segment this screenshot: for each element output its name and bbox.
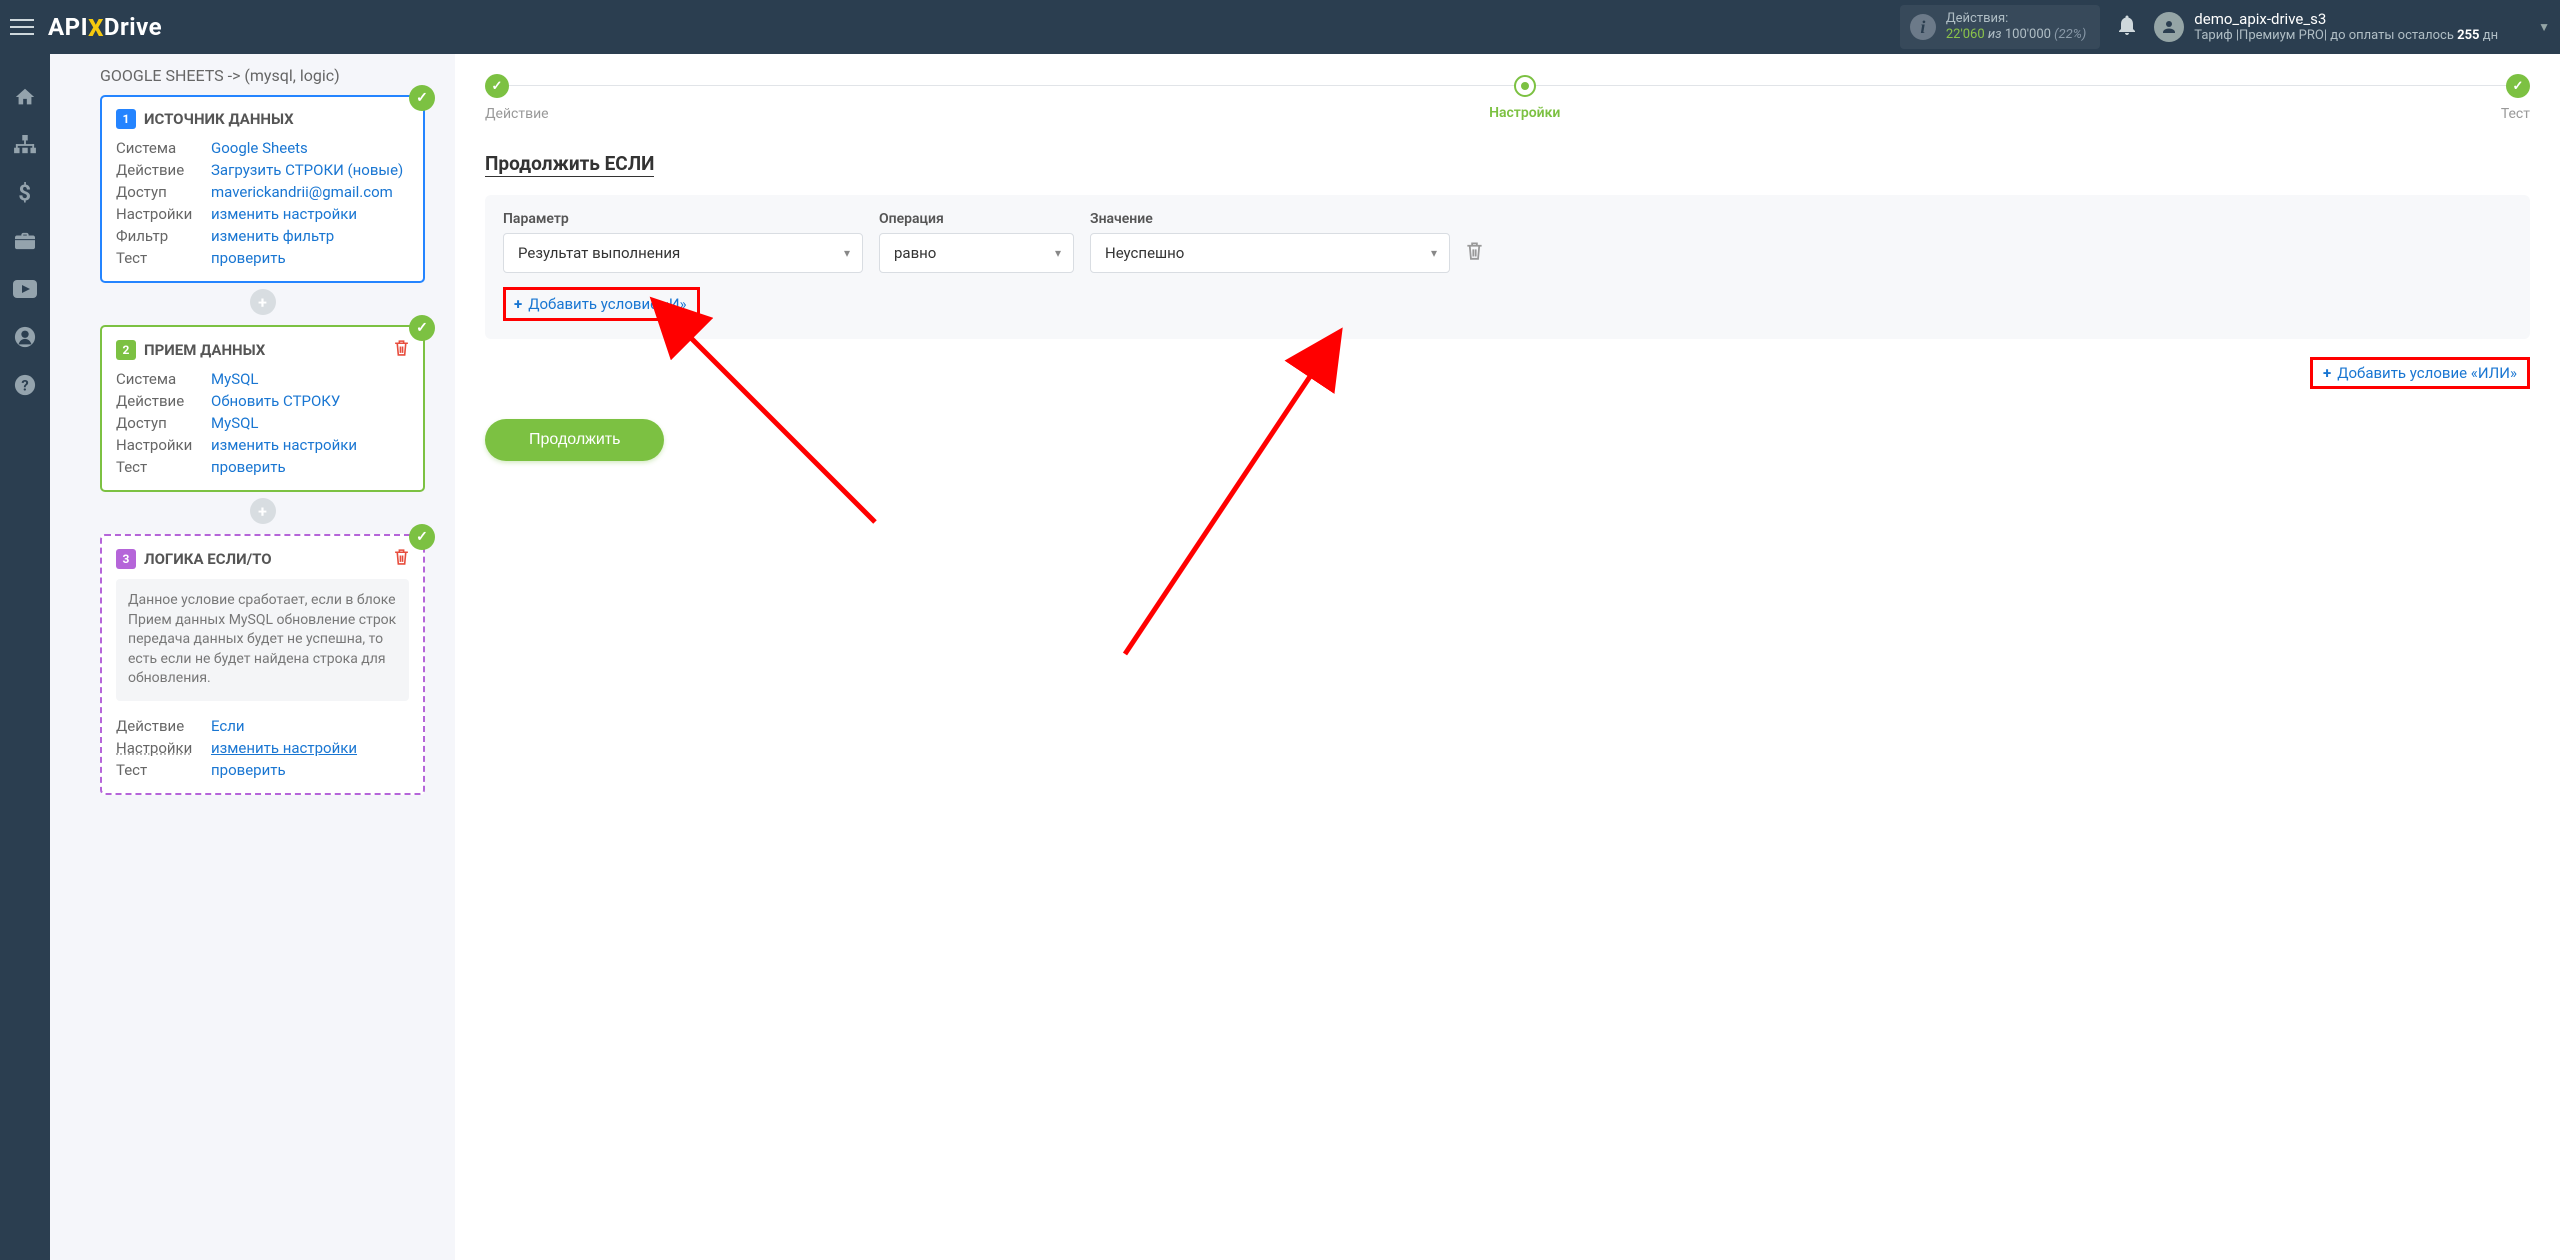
trash-icon[interactable] <box>394 339 409 360</box>
param-select[interactable]: Результат выполнения <box>503 233 863 273</box>
val-select[interactable]: Неуспешно <box>1090 233 1450 273</box>
delete-row-icon[interactable] <box>1466 241 1483 265</box>
step-action[interactable]: ✓ Действие <box>485 74 549 122</box>
bell-icon[interactable] <box>2118 15 2136 40</box>
dest-settings-link[interactable]: изменить настройки <box>211 436 357 454</box>
sitemap-icon[interactable] <box>9 132 41 158</box>
step-test[interactable]: ✓ Тест <box>2501 74 2530 122</box>
check-icon: ✓ <box>485 74 509 98</box>
param-label: Параметр <box>503 211 863 227</box>
source-settings-link[interactable]: изменить настройки <box>211 205 357 223</box>
dest-access-link[interactable]: MySQL <box>211 414 259 432</box>
dollar-icon[interactable]: $ <box>9 180 41 206</box>
step-number-2: 2 <box>116 340 136 360</box>
connection-title: GOOGLE SHEETS -> (mysql, logic) <box>100 66 425 85</box>
current-step-icon <box>1514 75 1536 97</box>
check-badge-icon: ✓ <box>409 524 435 550</box>
plus-icon: + <box>514 295 522 313</box>
source-access-link[interactable]: maverickandrii@gmail.com <box>211 183 393 201</box>
continue-button[interactable]: Продолжить <box>485 419 664 461</box>
sidebar: $ ? <box>0 54 50 1260</box>
dest-action-link[interactable]: Обновить СТРОКУ <box>211 392 340 410</box>
source-action-link[interactable]: Загрузить СТРОКИ (новые) <box>211 161 403 179</box>
tariff-line: Тариф |Премиум PRO| до оплаты осталось 2… <box>2194 28 2498 44</box>
check-icon: ✓ <box>2506 74 2530 98</box>
val-label: Значение <box>1090 211 1450 227</box>
plus-icon: + <box>2323 364 2331 382</box>
topbar: APIXDrive i Действия: 22'060 из 100'000 … <box>0 0 2560 54</box>
source-filter-link[interactable]: изменить фильтр <box>211 227 334 245</box>
help-icon[interactable]: ? <box>9 372 41 398</box>
logic-block[interactable]: ✓ 3 ЛОГИКА ЕСЛИ/ТО Данное условие сработ… <box>100 534 425 795</box>
trash-icon[interactable] <box>394 548 409 569</box>
source-block[interactable]: ✓ 1 ИСТОЧНИК ДАННЫХ Система Google Sheet… <box>100 95 425 283</box>
main-column: ✓ Действие Настройки ✓ Тест Продолжить Е… <box>455 54 2560 1260</box>
dest-test-link[interactable]: проверить <box>211 458 286 476</box>
condition-panel: Параметр Результат выполнения Операция р… <box>485 195 2530 339</box>
destination-block[interactable]: ✓ 2 ПРИЕМ ДАННЫХ Система MySQL Действие … <box>100 325 425 492</box>
svg-text:?: ? <box>21 377 28 395</box>
actions-sep: из <box>1988 27 2002 42</box>
check-badge-icon: ✓ <box>409 315 435 341</box>
logic-description: Данное условие сработает, если в блоке П… <box>116 579 409 701</box>
op-select[interactable]: равно <box>879 233 1074 273</box>
section-title: Продолжить ЕСЛИ <box>485 152 654 177</box>
connector-plus-icon[interactable]: + <box>250 289 276 315</box>
op-label: Операция <box>879 211 1074 227</box>
actions-total: 100'000 <box>2005 27 2051 42</box>
annotation-arrow-icon <box>1085 354 1365 668</box>
menu-toggle-icon[interactable] <box>10 15 34 39</box>
logo[interactable]: APIXDrive <box>48 13 162 41</box>
user-block[interactable]: demo_apix-drive_s3 Тариф |Премиум PRO| д… <box>2194 10 2498 45</box>
info-icon: i <box>1910 14 1936 40</box>
user-icon[interactable] <box>9 324 41 350</box>
chevron-down-icon[interactable]: ▼ <box>2538 20 2550 34</box>
actions-label: Действия: <box>1946 11 2086 27</box>
step-number-3: 3 <box>116 549 136 569</box>
add-condition-or-button[interactable]: + Добавить условие «ИЛИ» <box>2310 357 2530 389</box>
logic-test-link[interactable]: проверить <box>211 761 286 779</box>
svg-text:$: $ <box>18 182 31 204</box>
logic-settings-link[interactable]: изменить настройки <box>211 739 357 757</box>
connector-plus-icon[interactable]: + <box>250 498 276 524</box>
actions-used: 22'060 <box>1946 27 1985 42</box>
home-icon[interactable] <box>9 84 41 110</box>
source-system-link[interactable]: Google Sheets <box>211 139 308 157</box>
logic-action-link[interactable]: Если <box>211 717 245 735</box>
avatar-icon[interactable] <box>2154 12 2184 42</box>
left-column: GOOGLE SHEETS -> (mysql, logic) ✓ 1 ИСТО… <box>50 54 455 1260</box>
source-block-title: ИСТОЧНИК ДАННЫХ <box>144 110 294 128</box>
stepper: ✓ Действие Настройки ✓ Тест <box>485 74 2530 122</box>
actions-pct: (22%) <box>2054 27 2086 42</box>
actions-counter[interactable]: i Действия: 22'060 из 100'000 (22%) <box>1900 5 2100 50</box>
add-condition-and-button[interactable]: + Добавить условие «И» <box>503 287 700 321</box>
source-test-link[interactable]: проверить <box>211 249 286 267</box>
step-settings[interactable]: Настройки <box>1489 75 1560 121</box>
check-badge-icon: ✓ <box>409 85 435 111</box>
youtube-icon[interactable] <box>9 276 41 302</box>
dest-system-link[interactable]: MySQL <box>211 370 259 388</box>
briefcase-icon[interactable] <box>9 228 41 254</box>
annotation-arrow-icon <box>655 302 905 556</box>
destination-block-title: ПРИЕМ ДАННЫХ <box>144 341 265 359</box>
step-number-1: 1 <box>116 109 136 129</box>
username: demo_apix-drive_s3 <box>2194 10 2498 29</box>
logic-block-title: ЛОГИКА ЕСЛИ/ТО <box>144 550 272 568</box>
